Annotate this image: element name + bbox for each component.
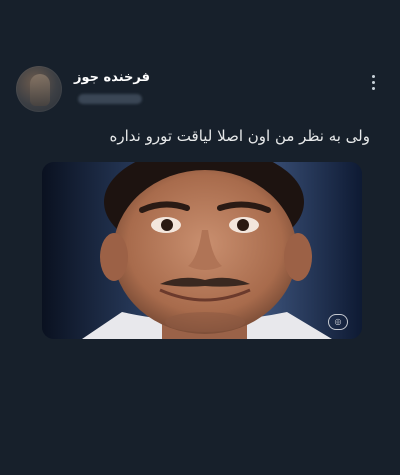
more-vertical-icon	[371, 74, 375, 78]
tweet-card[interactable]: فرخنده جوز ولی به نظر من اون اصلا لیاقت …	[0, 0, 400, 475]
more-vertical-icon-dot	[371, 80, 375, 84]
author-display-name[interactable]: فرخنده جوز	[74, 70, 150, 85]
more-options-button[interactable]	[362, 70, 384, 94]
more-vertical-icon-dot	[371, 86, 375, 90]
man-smiling-photo	[42, 162, 362, 339]
tweet-media-image[interactable]: ◎	[42, 162, 362, 339]
broadcaster-logo-icon: ◎	[328, 314, 348, 330]
tweet-text: ولی به نظر من اون اصلا لیاقت تورو نداره	[109, 127, 370, 145]
avatar[interactable]	[16, 66, 62, 112]
avatar-figure	[30, 74, 50, 106]
author-handle-blurred	[78, 94, 142, 104]
